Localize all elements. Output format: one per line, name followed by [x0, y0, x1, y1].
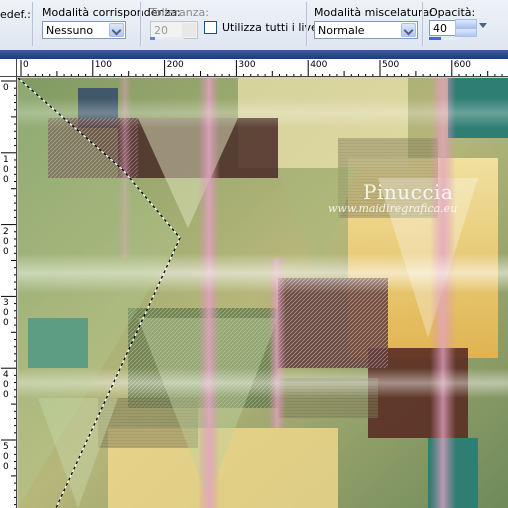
watermark-url: www.maidiregrafica.eu [328, 202, 458, 215]
ruler-label: 200 [166, 60, 184, 70]
document-title-bar[interactable] [0, 50, 508, 59]
ruler-label: 100 [94, 60, 112, 70]
toolbar-separator [422, 2, 424, 46]
tolerance-label: Tolleranza: [150, 6, 209, 19]
toolbar-separator [306, 2, 308, 46]
ruler-label: 0 [3, 83, 9, 93]
use-all-layers-checkbox[interactable] [204, 21, 217, 34]
opacity-slider[interactable] [429, 37, 459, 40]
abstract-artwork [18, 78, 508, 508]
ruler-label: 600 [453, 60, 471, 70]
ruler-label: 500 [382, 60, 400, 70]
ruler-label: 400 [3, 370, 9, 401]
vertical-ruler: 0 100 200 300 400 500 [0, 77, 17, 508]
match-mode-value: Nessuno [46, 24, 94, 37]
match-mode-dropdown[interactable]: Nessuno [42, 21, 126, 39]
opacity-spinner[interactable] [455, 19, 477, 37]
opacity-label: Opacità: [429, 6, 476, 19]
ruler-label: 500 [3, 442, 9, 472]
horizontal-ruler: 0 100 200 300 400 500 600 [17, 59, 508, 77]
ruler-label: 400 [310, 60, 328, 70]
ruler-label: 100 [3, 154, 9, 185]
toolbar-separator [32, 2, 34, 46]
use-all-layers-label: Utilizza tutti i livelli [222, 21, 327, 34]
chevron-down-icon[interactable] [109, 23, 124, 37]
chevron-down-icon[interactable] [401, 23, 416, 37]
blend-mode-value: Normale [318, 24, 365, 37]
ruler-label: 300 [3, 298, 9, 329]
tool-options-bar: edef.: Modalità corrispondenza: Nessuno … [0, 0, 508, 51]
image-canvas[interactable]: Pinuccia www.maidiregrafica.eu [18, 78, 508, 508]
ruler-corner [0, 59, 17, 77]
watermark-name: Pinuccia [363, 180, 454, 204]
blend-mode-dropdown[interactable]: Normale [314, 21, 418, 39]
tolerance-slider-fill [150, 37, 155, 40]
tolerance-slider[interactable] [150, 37, 184, 40]
preset-label: edef.: [0, 8, 31, 21]
spinner-up-icon[interactable] [455, 19, 477, 28]
toolbar-separator [140, 2, 142, 46]
ruler-label: 300 [238, 60, 256, 70]
spinner-down-icon[interactable] [455, 28, 477, 37]
ruler-label: 0 [23, 60, 29, 70]
ruler-label: 200 [3, 226, 9, 257]
tolerance-value: 20 [154, 24, 168, 37]
spinner-arrows-icon[interactable] [182, 23, 196, 37]
opacity-slider-fill [429, 37, 441, 40]
opacity-dropdown-arrow-icon[interactable] [479, 23, 487, 28]
opacity-value: 40 [433, 22, 447, 35]
blend-mode-label: Modalità miscelatura: [314, 6, 433, 19]
